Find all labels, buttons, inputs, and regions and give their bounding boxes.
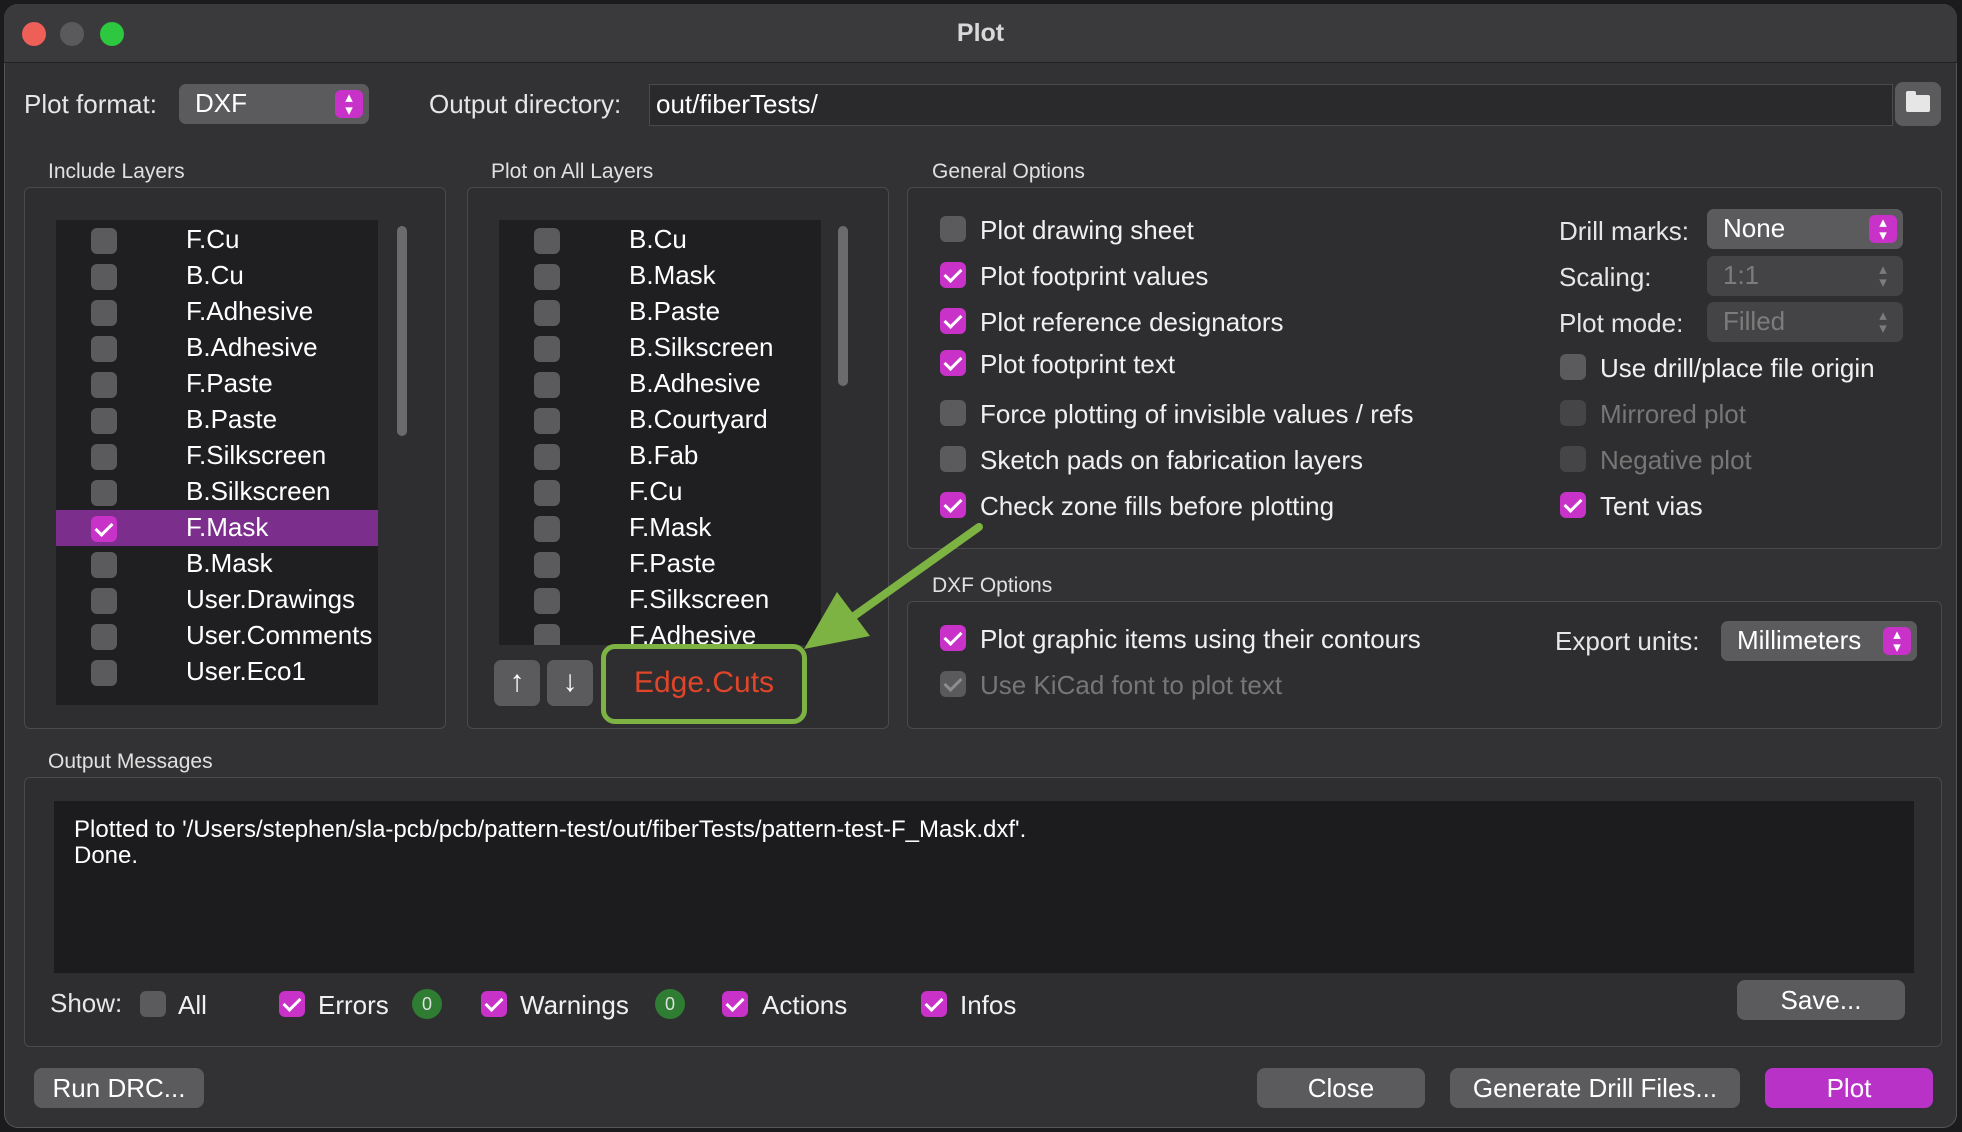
filter-warnings-checkbox[interactable]	[481, 991, 507, 1017]
show-label: Show:	[50, 988, 123, 1018]
generate-drill-files-button[interactable]: Generate Drill Files...	[1450, 1068, 1740, 1108]
filter-warnings-label: Warnings	[520, 990, 629, 1020]
close-button[interactable]: Close	[1257, 1068, 1425, 1108]
output-messages-text[interactable]: Plotted to '/Users/stephen/sla-pcb/pcb/p…	[54, 801, 1914, 973]
save-messages-button[interactable]: Save...	[1737, 980, 1905, 1020]
filter-all-label: All	[178, 990, 207, 1020]
run-drc-button[interactable]: Run DRC...	[34, 1068, 204, 1108]
filter-errors-label: Errors	[318, 990, 389, 1020]
filter-errors-checkbox[interactable]	[279, 991, 305, 1017]
filter-actions-checkbox[interactable]	[722, 991, 748, 1017]
edge-cuts-label: Edge.Cuts	[633, 666, 775, 699]
errors-count-badge: 0	[412, 989, 442, 1019]
warnings-count-badge: 0	[655, 989, 685, 1019]
plot-dialog: Plot Plot format: DXF ▴ ▾ Output director…	[4, 4, 1957, 1128]
filter-infos-checkbox[interactable]	[921, 991, 947, 1017]
filter-all-checkbox[interactable]	[140, 991, 166, 1017]
edge-cuts-highlight[interactable]: Edge.Cuts	[601, 644, 807, 724]
filter-infos-label: Infos	[960, 990, 1017, 1020]
filter-actions-label: Actions	[762, 990, 848, 1020]
output-messages-title: Output Messages	[48, 750, 213, 773]
plot-button[interactable]: Plot	[1765, 1068, 1933, 1108]
